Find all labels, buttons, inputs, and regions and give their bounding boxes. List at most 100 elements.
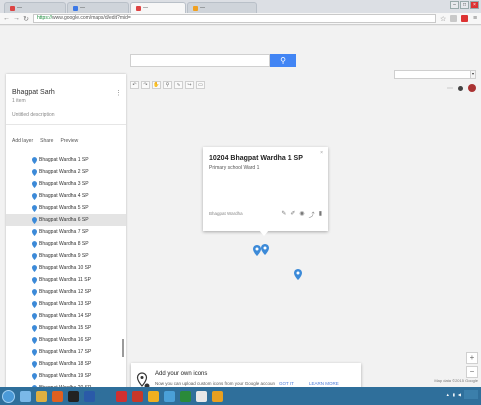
powerpoint-icon[interactable] xyxy=(132,390,143,402)
list-item[interactable]: Bhagpat Wardha 8 SP xyxy=(6,238,126,250)
zoom-out-button[interactable]: − xyxy=(466,366,478,378)
ie-icon[interactable] xyxy=(20,390,31,402)
list-item-label: Bhagpat Wardha 7 SP xyxy=(39,229,89,235)
app-icon[interactable] xyxy=(100,390,111,402)
folder-icon[interactable] xyxy=(36,390,47,402)
maximize-button[interactable]: □ xyxy=(460,1,469,9)
list-item[interactable]: Bhagpat Wardha 6 SP xyxy=(6,214,126,226)
learn-more-button[interactable]: LEARN MORE xyxy=(309,381,339,386)
menu-icon[interactable]: ≡ xyxy=(472,15,478,22)
search-icon: ⚲ xyxy=(280,56,286,65)
place-pin-icon xyxy=(32,264,37,272)
notifications-icon[interactable] xyxy=(458,85,463,91)
list-item[interactable]: Bhagpat Wardha 18 SP xyxy=(6,358,126,370)
list-scrollbar[interactable] xyxy=(122,339,124,357)
map-search-input[interactable] xyxy=(130,54,270,67)
directions-icon[interactable]: ↪ xyxy=(185,81,194,89)
list-item[interactable]: Bhagpat Wardha 5 SP xyxy=(6,202,126,214)
delete-icon[interactable]: ▮ xyxy=(319,210,322,219)
map-pin-icon[interactable] xyxy=(253,245,261,256)
list-item[interactable]: Bhagpat Wardha 9 SP xyxy=(6,250,126,262)
list-item[interactable]: Bhagpat Wardha 2 SP xyxy=(6,166,126,178)
undo-icon[interactable]: ↶ xyxy=(130,81,139,89)
list-item[interactable]: Bhagpat Wardha 4 SP xyxy=(6,190,126,202)
pdf-icon[interactable] xyxy=(116,390,127,402)
directions-icon[interactable]: ⤴ xyxy=(309,210,315,219)
close-popup-icon[interactable]: × xyxy=(320,150,323,156)
search-button[interactable]: ⚲ xyxy=(270,54,296,67)
star-icon[interactable]: ☆ xyxy=(440,15,446,23)
tab-label: — xyxy=(143,5,148,11)
start-button[interactable] xyxy=(2,389,15,403)
list-item[interactable]: Bhagpat Wardha 7 SP xyxy=(6,226,126,238)
browser-tab-active[interactable]: — xyxy=(130,2,186,13)
url-path: www.google.com/maps/d/edit?mid= xyxy=(52,15,131,21)
map-canvas[interactable]: ⚲ ↶ ↷ ✋ ⚲ ∿ ↪ ▭ ▾ ⋯ Bhagpat Sarh 1 item … xyxy=(0,26,481,401)
style-icon[interactable]: ✎ xyxy=(281,210,286,219)
map-pin-icon[interactable] xyxy=(294,269,302,280)
extension-red-icon[interactable] xyxy=(461,15,468,22)
list-item[interactable]: Bhagpat Wardha 17 SP xyxy=(6,346,126,358)
edit-icon[interactable]: ✐ xyxy=(290,210,295,219)
map-title[interactable]: Bhagpat Sarh xyxy=(12,89,55,96)
apps-icon[interactable]: ⋯ xyxy=(447,85,453,92)
reload-icon[interactable]: ↻ xyxy=(23,15,29,23)
hand-icon[interactable]: ✋ xyxy=(152,81,161,89)
minimize-button[interactable]: – xyxy=(450,1,459,9)
top-right-button[interactable]: ▾ xyxy=(470,70,476,79)
got-it-button[interactable]: GOT IT xyxy=(279,381,294,386)
map-description[interactable]: Untitled description xyxy=(12,112,55,118)
list-item[interactable]: Bhagpat Wardha 1 SP xyxy=(6,154,126,166)
chrome-icon[interactable] xyxy=(212,390,223,402)
list-item[interactable]: Bhagpat Wardha 16 SP xyxy=(6,334,126,346)
app-icon[interactable] xyxy=(148,390,159,402)
share-button[interactable]: Share xyxy=(40,138,53,144)
list-item[interactable]: Bhagpat Wardha 3 SP xyxy=(6,178,126,190)
map-pin-icon[interactable] xyxy=(261,244,269,255)
zoom-in-button[interactable]: + xyxy=(466,352,478,364)
line-icon[interactable]: ∿ xyxy=(174,81,183,89)
list-item-label: Bhagpat Wardha 11 SP xyxy=(39,277,91,283)
list-item[interactable]: Bhagpat Wardha 14 SP xyxy=(6,310,126,322)
camera-icon[interactable]: ◉ xyxy=(299,210,304,219)
top-right-input[interactable] xyxy=(394,70,476,79)
map-toolbar: ↶ ↷ ✋ ⚲ ∿ ↪ ▭ xyxy=(130,81,205,89)
app-icon[interactable] xyxy=(196,390,207,402)
place-pin-icon xyxy=(32,216,37,224)
place-pin-icon xyxy=(32,372,37,380)
list-item[interactable]: Bhagpat Wardha 13 SP xyxy=(6,298,126,310)
preview-button[interactable]: Preview xyxy=(60,138,78,144)
browser-tab[interactable]: — xyxy=(4,2,66,13)
forward-icon[interactable]: → xyxy=(13,15,20,22)
terminal-icon[interactable] xyxy=(68,390,79,402)
list-item[interactable]: Bhagpat Wardha 10 SP xyxy=(6,262,126,274)
network-icon[interactable]: ▮ xyxy=(453,392,455,397)
add-layer-button[interactable]: Add layer xyxy=(12,138,33,144)
close-window-button[interactable]: × xyxy=(470,1,479,9)
list-item[interactable]: Bhagpat Wardha 15 SP xyxy=(6,322,126,334)
marker-icon[interactable]: ⚲ xyxy=(163,81,172,89)
list-item[interactable]: Bhagpat Wardha 11 SP xyxy=(6,274,126,286)
excel-icon[interactable] xyxy=(180,390,191,402)
browser-tab[interactable]: — xyxy=(67,2,129,13)
media-icon[interactable] xyxy=(52,390,63,402)
redo-icon[interactable]: ↷ xyxy=(141,81,150,89)
volume-icon[interactable]: ◀ xyxy=(458,392,461,397)
list-item-label: Bhagpat Wardha 12 SP xyxy=(39,289,92,295)
list-item-label: Bhagpat Wardha 5 SP xyxy=(39,205,89,211)
back-icon[interactable]: ← xyxy=(3,15,10,22)
app-icon[interactable] xyxy=(164,390,175,402)
list-item[interactable]: Bhagpat Wardha 12 SP xyxy=(6,286,126,298)
extension-icon[interactable] xyxy=(450,15,457,22)
more-options-icon[interactable]: ⋮ xyxy=(115,89,122,97)
ruler-icon[interactable]: ▭ xyxy=(196,81,205,89)
avatar[interactable] xyxy=(468,84,476,92)
list-item-label: Bhagpat Wardha 1 SP xyxy=(39,157,89,163)
tray-arrow-icon[interactable]: ▲ xyxy=(446,392,450,397)
url-field[interactable]: https://www.google.com/maps/d/edit?mid= xyxy=(33,14,436,23)
place-pin-icon xyxy=(32,180,37,188)
list-item[interactable]: Bhagpat Wardha 19 SP xyxy=(6,370,126,382)
browser-tab[interactable]: — xyxy=(187,2,257,13)
clock[interactable] xyxy=(464,390,478,399)
word-icon[interactable] xyxy=(84,390,95,402)
